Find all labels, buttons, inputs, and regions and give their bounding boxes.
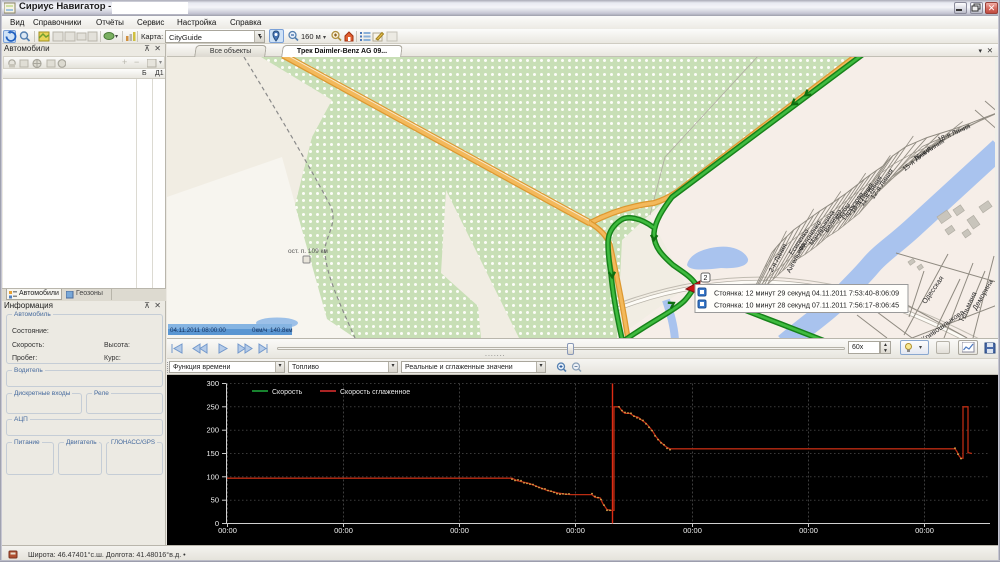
svg-text:Стоянка: 12 минут 29 секунд 04: Стоянка: 12 минут 29 секунд 04.11.2011 7… xyxy=(714,289,899,298)
svg-text:ост. п. 109 км: ост. п. 109 км xyxy=(288,248,328,255)
svg-text:250: 250 xyxy=(206,402,219,411)
svg-text:100: 100 xyxy=(206,472,219,481)
svg-text:150: 150 xyxy=(206,449,219,458)
svg-text:2: 2 xyxy=(704,275,708,282)
svg-text:Скорость сглаженное: Скорость сглаженное xyxy=(340,389,410,396)
svg-text:00:00: 00:00 xyxy=(799,526,818,535)
svg-text:200: 200 xyxy=(206,426,219,435)
svg-text:00:00: 00:00 xyxy=(450,526,469,535)
svg-text:00:00: 00:00 xyxy=(218,526,237,535)
svg-text:300: 300 xyxy=(206,379,219,388)
svg-text:Стоянка: 10 минут 28 секунд 07: Стоянка: 10 минут 28 секунд 07.11.2011 7… xyxy=(714,301,899,310)
svg-text:04.11.2011 08:00:00: 04.11.2011 08:00:00 xyxy=(170,327,226,334)
svg-text:50: 50 xyxy=(211,496,219,505)
svg-text:00:00: 00:00 xyxy=(915,526,934,535)
svg-text:00:00: 00:00 xyxy=(683,526,702,535)
svg-text:00:00: 00:00 xyxy=(566,526,585,535)
svg-text:00:00: 00:00 xyxy=(334,526,353,535)
svg-text:0км/ч: 0км/ч xyxy=(252,327,267,334)
svg-text:Скорость: Скорость xyxy=(272,389,303,396)
svg-text:140.8км: 140.8км xyxy=(270,327,292,334)
